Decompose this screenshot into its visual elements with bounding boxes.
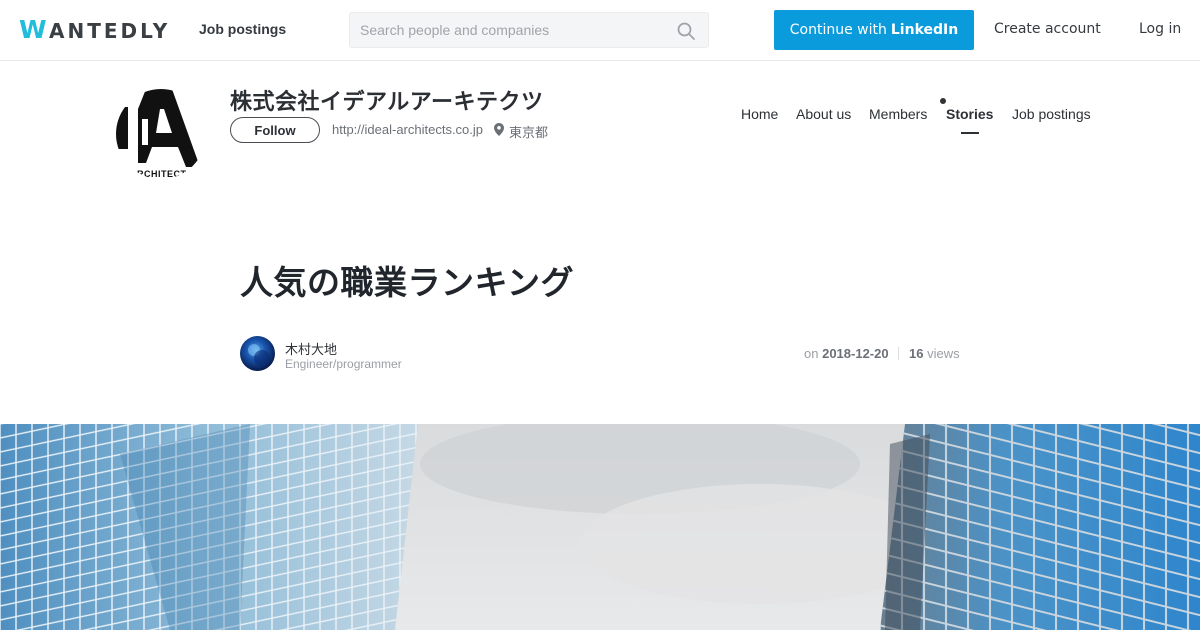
- new-indicator-dot: [940, 98, 946, 104]
- logo-wordmark: ANTEDLY: [49, 19, 171, 43]
- create-account-link[interactable]: Create account: [994, 21, 1101, 37]
- nav-job-postings-link[interactable]: Job postings: [199, 21, 286, 37]
- search-input[interactable]: [360, 13, 670, 47]
- company-logo-text: ARCHITECTS: [130, 169, 193, 179]
- company-logo[interactable]: ARCHITECTS: [116, 89, 206, 179]
- top-navigation-bar: W ANTEDLY Job postings Continue with Lin…: [0, 0, 1200, 61]
- views-label: views: [927, 346, 960, 361]
- tab-about-us[interactable]: About us: [796, 106, 851, 122]
- meta-divider: [898, 347, 899, 360]
- company-location: 東京都: [509, 125, 549, 140]
- follow-button[interactable]: Follow: [230, 117, 320, 143]
- company-name[interactable]: 株式会社イデアルアーキテクツ: [230, 84, 543, 116]
- logo-w-mark: W: [19, 15, 47, 44]
- author-name[interactable]: 木村大地: [285, 339, 337, 358]
- search-icon[interactable]: [676, 21, 696, 41]
- tab-home[interactable]: Home: [741, 106, 778, 122]
- view-count: 16 views: [909, 346, 960, 361]
- search-box: [349, 12, 709, 48]
- story-hero-image: [0, 424, 1200, 630]
- linkedin-brand-text: LinkedIn: [890, 22, 959, 38]
- active-tab-underline: [961, 132, 979, 134]
- publish-date: on 2018-12-20: [804, 346, 889, 361]
- story-title: 人気の職業ランキング: [240, 264, 575, 301]
- author-role: Engineer/programmer: [285, 357, 402, 371]
- tab-members[interactable]: Members: [869, 106, 927, 122]
- date-prefix: on: [804, 346, 819, 361]
- date-value: 2018-12-20: [822, 346, 889, 361]
- author-avatar[interactable]: [240, 336, 275, 371]
- tab-stories[interactable]: Stories: [946, 106, 993, 122]
- continue-with-linkedin-button[interactable]: Continue with LinkedIn: [774, 10, 974, 50]
- views-number: 16: [909, 346, 924, 361]
- location-pin-icon: [494, 123, 504, 136]
- login-link[interactable]: Log in: [1139, 21, 1181, 37]
- tab-job-postings[interactable]: Job postings: [1012, 106, 1091, 122]
- linkedin-button-label: Continue with: [789, 22, 887, 38]
- company-website-link[interactable]: http://ideal-architects.co.jp: [332, 122, 483, 137]
